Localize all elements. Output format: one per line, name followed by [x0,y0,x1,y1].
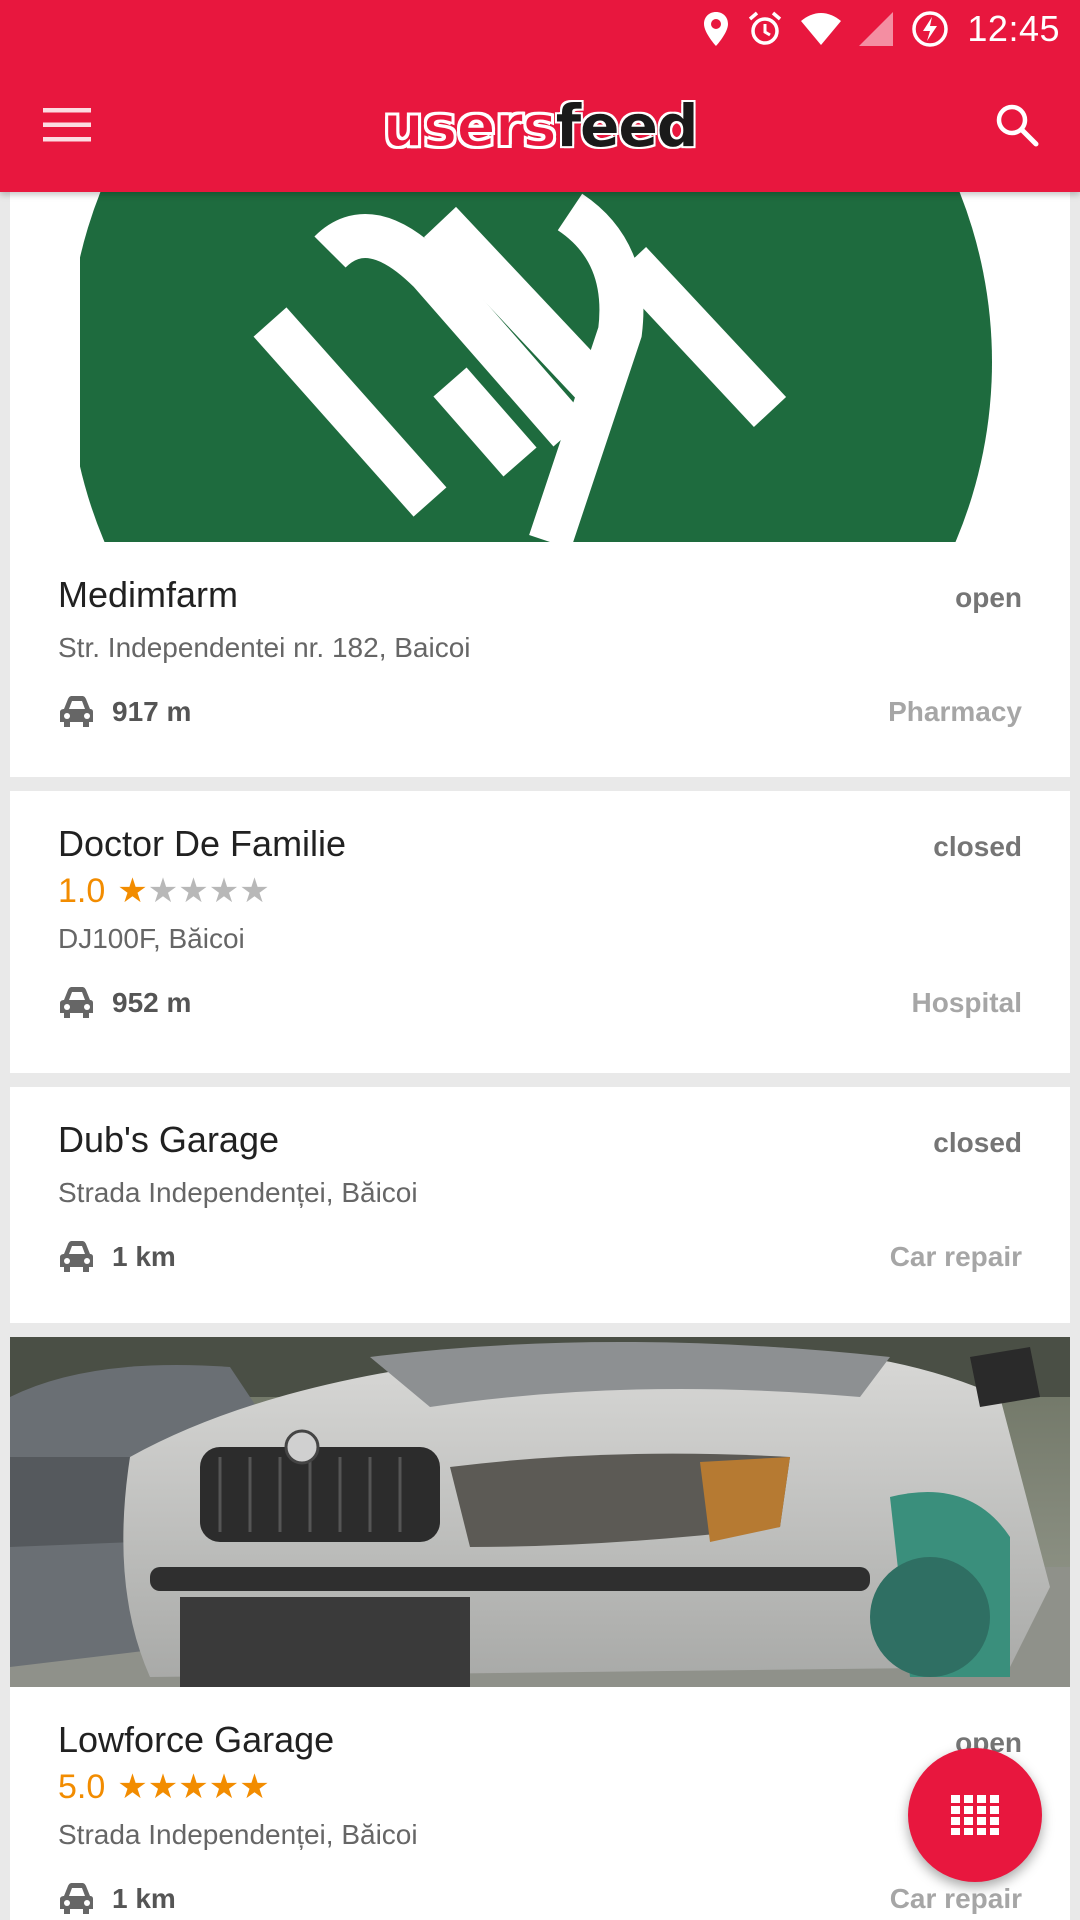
place-distance: 952 m [58,987,191,1019]
places-feed: Medimfarm open Str. Independentei nr. 18… [10,192,1070,1920]
place-name: Dub's Garage [58,1119,279,1160]
place-distance: 917 m [58,696,191,728]
car-icon [60,1883,93,1914]
place-address: Strada Independenței, Băicoi [58,1819,418,1850]
signal-icon [859,12,894,46]
place-name: Doctor De Familie [58,823,347,864]
wifi-icon [801,13,842,45]
grid-icon [951,1795,999,1835]
place-category: Hospital [911,987,1022,1018]
app-bar: 12:45 usersfeed [0,0,1080,192]
distance-value: 952 m [112,987,192,1018]
search-icon [996,104,1039,147]
place-address: Strada Independenței, Băicoi [58,1177,418,1208]
location-icon [703,12,729,46]
star-icon: ★ [178,872,209,910]
place-name: Lowforce Garage [58,1719,335,1760]
star-icon: ★ [239,872,270,910]
place-status: open [955,582,1022,613]
star-icon: ★ [208,872,240,910]
place-address: Str. Independentei nr. 182, Baicoi [58,632,471,663]
star-icon: ★ [208,1768,240,1806]
search-button[interactable] [990,98,1044,152]
distance-value: 1 km [112,1883,176,1914]
car-icon [60,987,93,1018]
place-distance: 1 km [58,1241,176,1273]
star-icon: ★ [117,872,148,910]
place-status: closed [933,1127,1022,1158]
star-icon: ★ [147,872,179,910]
alarm-icon [747,11,783,47]
place-rating: 5.0 ★★★★★ [58,1767,1022,1807]
star-rating: ★★★★★ [117,1767,269,1807]
logo-users: users [382,91,558,161]
place-logo-image [10,192,1070,542]
car-icon [60,696,93,727]
place-category: Car repair [889,1241,1022,1272]
place-card[interactable]: Doctor De Familie closed 1.0 ★★★★★ DJ100… [10,791,1070,1073]
place-address: DJ100F, Băicoi [58,923,245,954]
star-icon: ★ [147,1768,179,1806]
place-category: Pharmacy [888,696,1022,727]
place-photo [10,1337,1070,1687]
star-icon: ★ [239,1768,270,1806]
logo-feed: feed [555,92,698,160]
place-card[interactable]: Medimfarm open Str. Independentei nr. 18… [10,192,1070,777]
place-category: Car repair [889,1883,1022,1914]
distance-value: 1 km [112,1241,176,1272]
status-bar: 12:45 [0,0,1080,58]
place-card[interactable]: Dub's Garage closed Strada Independenței… [10,1087,1070,1323]
car-icon [60,1241,93,1272]
categories-fab-button[interactable] [908,1748,1042,1882]
place-status: closed [933,831,1022,862]
place-name: Medimfarm [58,574,239,615]
star-icon: ★ [178,1768,209,1806]
star-icon: ★ [117,1768,148,1806]
toolbar: usersfeed [0,58,1080,192]
status-time: 12:45 [967,8,1060,49]
place-rating: 1.0 ★★★★★ [58,871,1022,911]
distance-value: 917 m [112,696,192,727]
place-distance: 1 km [58,1883,176,1915]
app-logo: usersfeed [0,91,1080,161]
rating-value: 1.0 [58,871,106,910]
battery-charging-icon [911,10,949,48]
rating-value: 5.0 [58,1767,106,1806]
star-rating: ★★★★★ [117,871,269,911]
